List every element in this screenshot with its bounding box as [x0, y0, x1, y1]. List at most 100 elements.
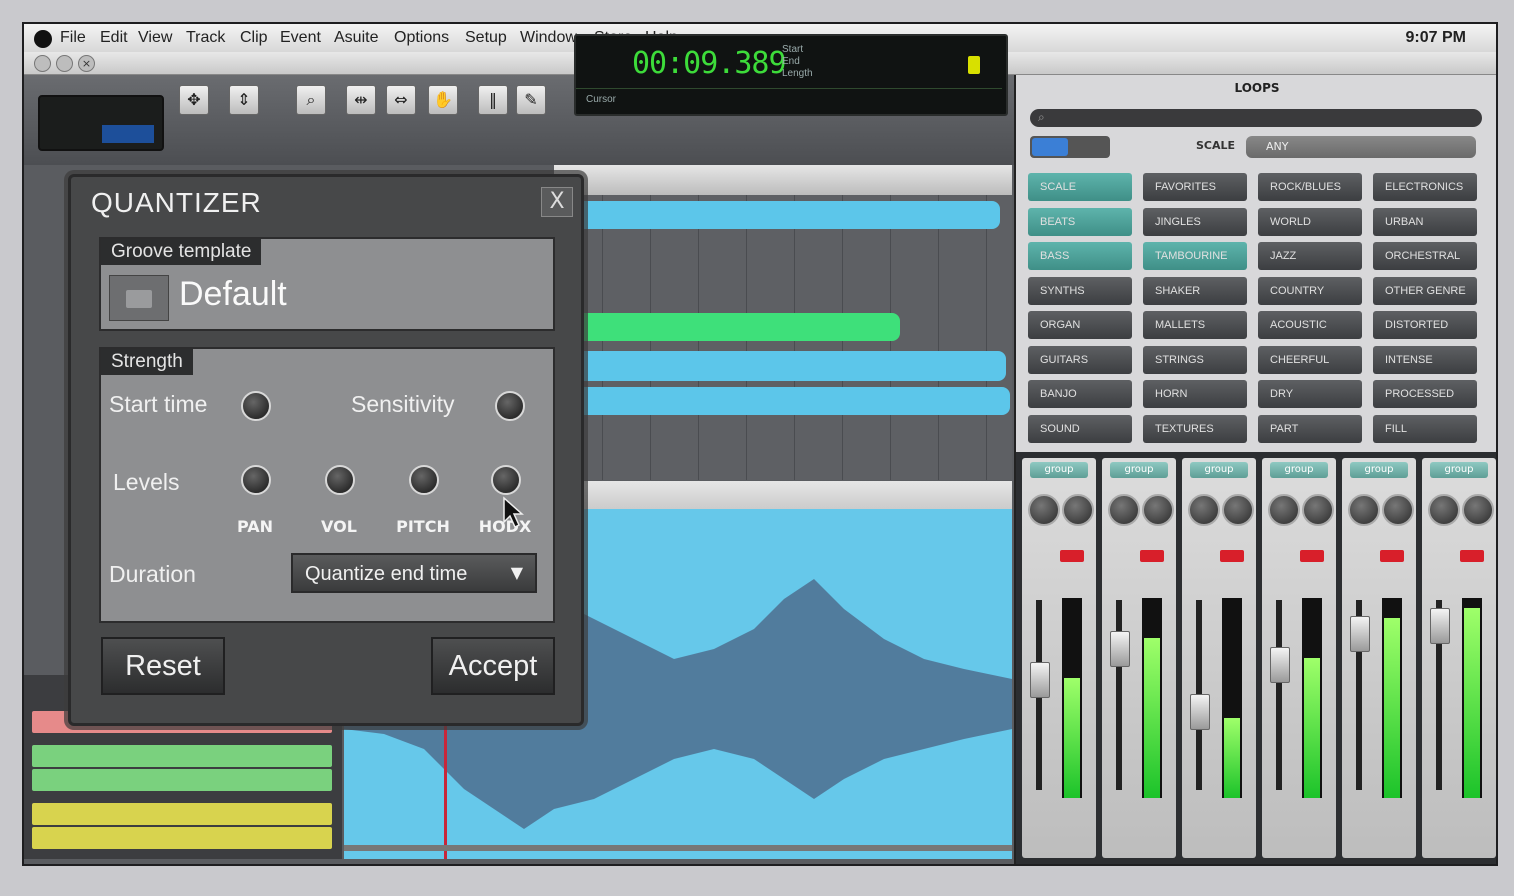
loop-category-button[interactable]: SOUND EFFECTS: [1028, 414, 1132, 463]
record-arm-button[interactable]: [1300, 550, 1324, 562]
loop-category-button[interactable]: BEATS: [1028, 207, 1132, 236]
audio-clip[interactable]: [558, 201, 1000, 229]
trim-tool-icon[interactable]: ⇹: [346, 85, 376, 115]
loop-category-button[interactable]: WORLD: [1258, 207, 1362, 236]
eq-knob[interactable]: [1062, 494, 1094, 526]
menu-event[interactable]: Event: [280, 29, 321, 47]
volume-fader[interactable]: [1030, 662, 1050, 699]
loop-category-button[interactable]: CHEERFUL: [1258, 345, 1362, 374]
loop-category-button[interactable]: BASS: [1028, 242, 1132, 270]
loop-category-button[interactable]: COUNTRY: [1258, 276, 1362, 305]
reset-button[interactable]: Reset: [101, 637, 225, 695]
menu-file[interactable]: File: [60, 29, 86, 47]
loop-category-button[interactable]: URBAN: [1373, 207, 1477, 236]
select-tool-icon[interactable]: ⇔: [386, 85, 416, 115]
loop-category-button[interactable]: ACOUSTIC: [1258, 311, 1362, 339]
eq-knob[interactable]: [1268, 494, 1300, 526]
eq-knob[interactable]: [1142, 494, 1174, 526]
record-arm-button[interactable]: [1380, 550, 1404, 562]
group-select[interactable]: group: [1190, 462, 1248, 478]
folder-icon[interactable]: [109, 275, 169, 321]
volume-fader[interactable]: [1270, 646, 1290, 683]
duration-select[interactable]: Quantize end time ▼: [291, 553, 537, 593]
loop-category-button[interactable]: SCALE: [1028, 173, 1132, 201]
groove-template-value[interactable]: Default: [179, 275, 287, 314]
menu-window[interactable]: Window: [520, 29, 577, 47]
record-arm-button[interactable]: [1060, 550, 1084, 562]
loop-category-button[interactable]: ELECTRONICS: [1373, 173, 1477, 201]
eq-knob[interactable]: [1028, 494, 1060, 526]
loop-category-button[interactable]: DRY: [1258, 380, 1362, 408]
loop-category-button[interactable]: SYNTHS: [1028, 276, 1132, 305]
group-select[interactable]: group: [1110, 462, 1168, 478]
zoom-icon[interactable]: ⌕: [296, 85, 326, 115]
loop-category-button[interactable]: PART: [1258, 414, 1362, 443]
window-zoom-button[interactable]: ×: [78, 55, 95, 72]
timeline-ruler[interactable]: [554, 165, 1012, 195]
loop-category-button[interactable]: ROCK/BLUES: [1258, 173, 1362, 201]
pan-knob[interactable]: [241, 465, 271, 495]
loop-category-button[interactable]: TEXTURES: [1143, 414, 1247, 443]
volume-fader[interactable]: [1430, 607, 1450, 644]
track-clip-green[interactable]: [32, 745, 332, 767]
hodx-knob[interactable]: [491, 465, 521, 495]
nudge-tool-icon[interactable]: ⇕: [229, 85, 259, 115]
track-clip-yellow[interactable]: [32, 827, 332, 849]
volume-fader[interactable]: [1350, 615, 1370, 652]
eq-knob[interactable]: [1222, 494, 1254, 526]
loop-category-button[interactable]: FAVORITES: [1143, 173, 1247, 201]
eq-knob[interactable]: [1382, 494, 1414, 526]
metronome-icon[interactable]: [968, 56, 980, 74]
eq-knob[interactable]: [1462, 494, 1494, 526]
loop-category-button[interactable]: INTENSE: [1373, 345, 1477, 374]
menu-asuite[interactable]: Asuite: [334, 29, 378, 47]
eq-knob[interactable]: [1348, 494, 1380, 526]
loop-category-button[interactable]: JINGLES: [1143, 207, 1247, 236]
loops-view-toggle[interactable]: [1030, 136, 1110, 158]
window-minimize-button[interactable]: [56, 55, 73, 72]
hand-tool-icon[interactable]: ✋: [428, 85, 458, 115]
track-clip-green[interactable]: [32, 769, 332, 791]
loop-category-button[interactable]: JAZZ: [1258, 242, 1362, 270]
loop-category-button[interactable]: OTHER GENRE: [1373, 276, 1477, 305]
volume-fader[interactable]: [1190, 693, 1210, 730]
loop-category-button[interactable]: HORN: [1143, 380, 1247, 408]
record-arm-button[interactable]: [1140, 550, 1164, 562]
pitch-knob[interactable]: [409, 465, 439, 495]
mode-slip[interactable]: [46, 125, 98, 143]
menu-options[interactable]: Options: [394, 29, 449, 47]
close-button[interactable]: X: [541, 187, 573, 217]
group-select[interactable]: group: [1030, 462, 1088, 478]
mode-grid[interactable]: [102, 125, 154, 143]
eq-knob[interactable]: [1108, 494, 1140, 526]
loop-category-button[interactable]: TAMBOURINE: [1143, 242, 1247, 270]
menu-view[interactable]: View: [138, 29, 172, 47]
group-select[interactable]: group: [1270, 462, 1328, 478]
mode-shuffle[interactable]: [46, 103, 98, 121]
loop-category-button[interactable]: ORGAN: [1028, 311, 1132, 339]
mode-spot[interactable]: [102, 103, 154, 121]
record-arm-button[interactable]: [1460, 550, 1484, 562]
menu-edit[interactable]: Edit: [100, 29, 128, 47]
loop-category-button[interactable]: SHAKER: [1143, 276, 1247, 305]
group-select[interactable]: group: [1350, 462, 1408, 478]
pencil-tool-icon[interactable]: ✎: [516, 85, 546, 115]
loop-category-button[interactable]: FILL: [1373, 414, 1477, 443]
eq-knob[interactable]: [1428, 494, 1460, 526]
loop-category-button[interactable]: PROCESSED: [1373, 380, 1477, 408]
menu-track[interactable]: Track: [186, 29, 225, 47]
apple-icon[interactable]: [34, 30, 52, 48]
grid-view-icon[interactable]: [1032, 138, 1068, 156]
start-time-knob[interactable]: [241, 391, 271, 421]
loop-category-button[interactable]: STRINGS: [1143, 345, 1247, 374]
audio-clip[interactable]: [558, 387, 1010, 415]
loop-category-button[interactable]: MALLETS: [1143, 311, 1247, 339]
sensitivity-knob[interactable]: [495, 391, 525, 421]
move-tool-icon[interactable]: ✥: [179, 85, 209, 115]
eq-knob[interactable]: [1302, 494, 1334, 526]
volume-fader[interactable]: [1110, 631, 1130, 668]
audio-clip-green[interactable]: [558, 313, 900, 341]
eq-knob[interactable]: [1188, 494, 1220, 526]
split-tool-icon[interactable]: ‖: [478, 85, 508, 115]
scale-select[interactable]: ANY: [1246, 136, 1476, 158]
